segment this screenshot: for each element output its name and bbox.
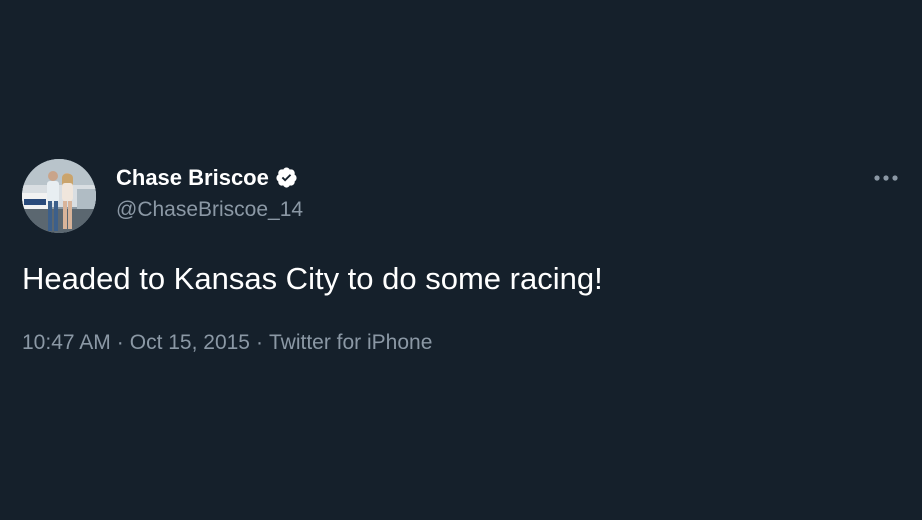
more-options-button[interactable] [866, 166, 906, 190]
author-name[interactable]: Chase Briscoe [116, 164, 298, 192]
author-name-text[interactable]: Chase Briscoe [116, 165, 269, 190]
tweet-source[interactable]: Twitter for iPhone [269, 331, 432, 354]
tweet-date[interactable]: Oct 15, 2015 [130, 331, 250, 354]
page: Chase Briscoe @ChaseBriscoe_14 Headed to… [0, 0, 922, 520]
meta-separator: · [255, 331, 263, 354]
tweet-card: Chase Briscoe @ChaseBriscoe_14 Headed to… [0, 0, 922, 520]
tweet-meta: 10:47 AM · Oct 15, 2015 · Twitter for iPhone [22, 328, 432, 358]
avatar-photo [22, 159, 96, 233]
tweet-time[interactable]: 10:47 AM [22, 331, 111, 354]
author-handle[interactable]: @ChaseBriscoe_14 [116, 196, 303, 224]
tweet-text: Headed to Kansas City to do some racing! [22, 261, 603, 296]
verified-badge-icon [276, 167, 297, 188]
avatar[interactable] [22, 159, 96, 233]
meta-separator: · [116, 331, 124, 354]
more-options-icon [874, 175, 898, 181]
